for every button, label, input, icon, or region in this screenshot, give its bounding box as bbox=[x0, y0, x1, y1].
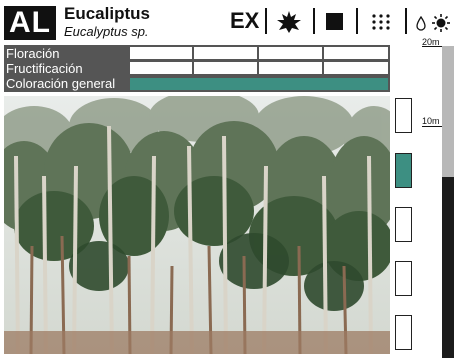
divider bbox=[405, 8, 407, 34]
grid-dots-icon bbox=[371, 13, 391, 31]
tree-height-bar bbox=[442, 177, 454, 358]
species-code: AL bbox=[4, 6, 56, 40]
scale-tick bbox=[422, 46, 442, 47]
evergreen-leaf-icon bbox=[276, 10, 302, 34]
full-sun-icon bbox=[326, 13, 343, 30]
divider bbox=[313, 8, 315, 34]
phenology-label: Floración bbox=[6, 46, 60, 61]
phenology-row-coloration: Coloración general bbox=[4, 76, 390, 91]
divider bbox=[356, 8, 358, 34]
scientific-name: Eucalyptus sp. bbox=[64, 24, 149, 39]
color-box bbox=[395, 207, 412, 242]
sun-icon bbox=[432, 14, 450, 32]
phenology-label: Fructificación bbox=[6, 61, 83, 76]
color-box bbox=[395, 315, 412, 350]
color-box-selected bbox=[395, 153, 412, 188]
divider bbox=[265, 8, 267, 34]
color-box bbox=[395, 261, 412, 296]
water-drop-icon bbox=[416, 15, 426, 31]
phenology-row-fruiting: Fructificación bbox=[4, 61, 390, 76]
scale-label-mid: 10m bbox=[422, 116, 440, 126]
color-box bbox=[395, 98, 412, 133]
tree-photo bbox=[4, 96, 390, 354]
phenology-row-flowering: Floración bbox=[4, 46, 390, 61]
scale-tick bbox=[422, 126, 442, 127]
status-label: EX bbox=[230, 8, 260, 33]
common-name: Eucaliptus bbox=[64, 4, 150, 23]
phenology-table: Floración Fructificación Coloración gene… bbox=[4, 45, 390, 92]
phenology-label: Coloración general bbox=[6, 76, 116, 91]
